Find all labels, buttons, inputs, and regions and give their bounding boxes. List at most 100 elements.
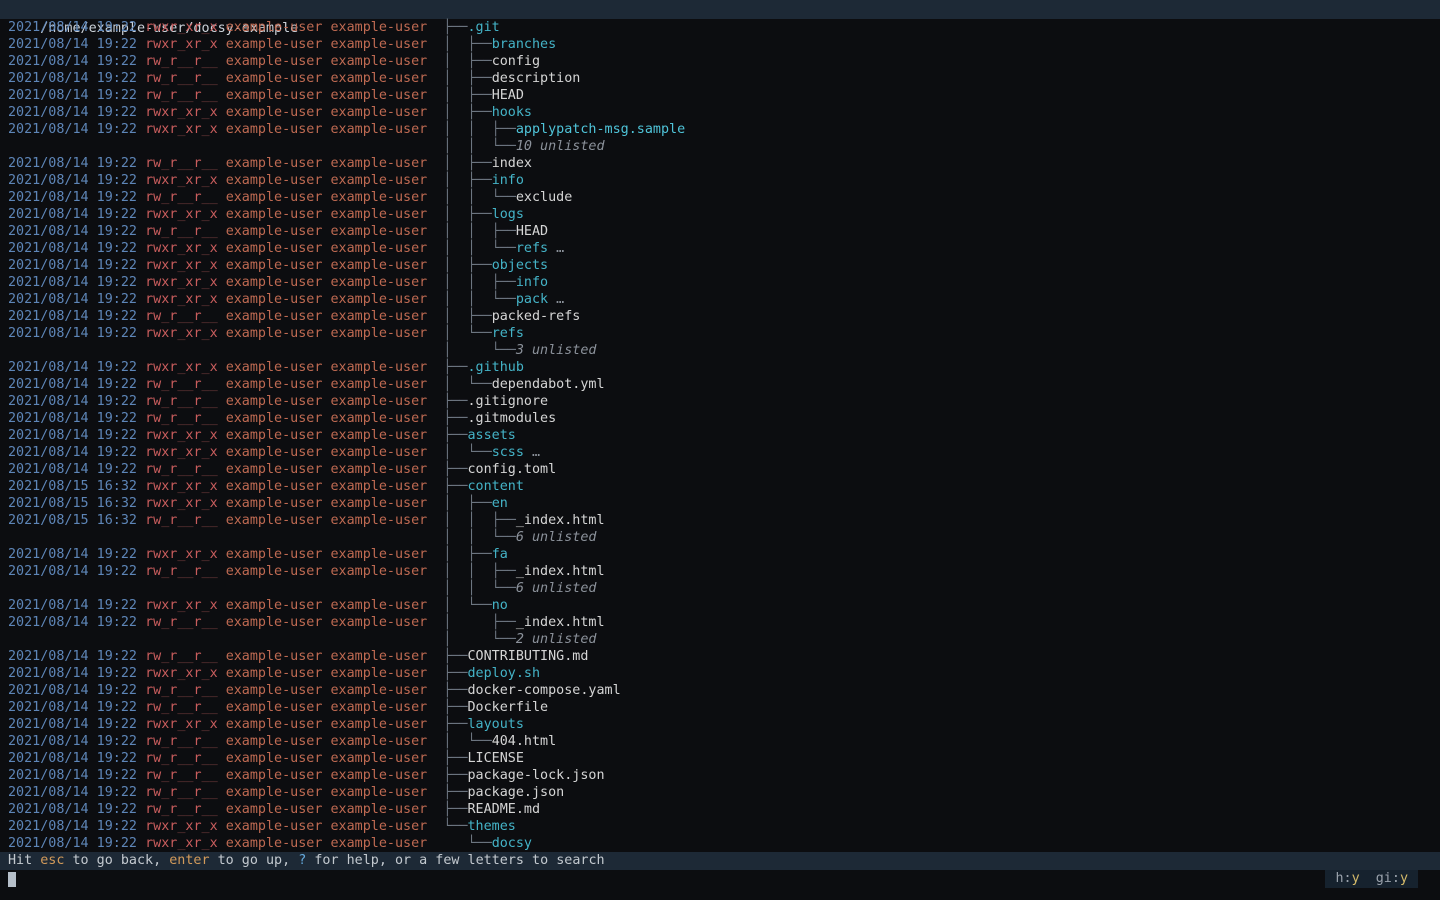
perm-char: r: [145, 71, 153, 86]
file-row[interactable]: 2021/08/14 19:22 rwxr_xr_x example-user …: [0, 597, 1440, 614]
file-name: index: [492, 156, 532, 171]
file-row[interactable]: │ └──3 unlisted: [0, 342, 1440, 359]
perm-char: r: [193, 156, 201, 171]
file-row[interactable]: 2021/08/14 19:22 rw_r__r__ example-user …: [0, 733, 1440, 750]
file-row[interactable]: 2021/08/15 16:32 rwxr_xr_x example-user …: [0, 495, 1440, 512]
file-row[interactable]: 2021/08/14 19:22 rw_r__r__ example-user …: [0, 461, 1440, 478]
perm-char: w: [153, 326, 161, 341]
perm-char: r: [193, 37, 201, 52]
perm-char: r: [193, 122, 201, 137]
row-owner-group: example-user example-user: [226, 71, 428, 86]
tree-branch-glyphs: │ └──: [443, 326, 491, 341]
file-row[interactable]: 2021/08/14 19:22 rwxr_xr_x example-user …: [0, 546, 1440, 563]
file-row[interactable]: 2021/08/14 19:22 rwxr_xr_x example-user …: [0, 835, 1440, 852]
row-datetime: 2021/08/14 19:22: [8, 377, 137, 392]
row-tree-entry: │ │ └──10 unlisted: [427, 138, 604, 155]
file-row[interactable]: 2021/08/14 19:22 rw_r__r__ example-user …: [0, 767, 1440, 784]
row-datetime: 2021/08/14 19:22: [8, 445, 137, 460]
file-row[interactable]: 2021/08/14 19:22 rwxr_xr_x example-user …: [0, 19, 1440, 36]
tree-branch-glyphs: │ └──: [443, 445, 491, 460]
perm-char: _: [210, 190, 218, 205]
file-row[interactable]: 2021/08/14 19:22 rw_r__r__ example-user …: [0, 801, 1440, 818]
file-row[interactable]: 2021/08/14 19:22 rwxr_xr_x example-user …: [0, 121, 1440, 138]
row-permissions: rwxr_xr_x: [145, 258, 218, 273]
command-input-row[interactable]: h:y gi:y: [0, 870, 1440, 888]
file-row[interactable]: 2021/08/14 19:22 rwxr_xr_x example-user …: [0, 427, 1440, 444]
perm-char: r: [145, 122, 153, 137]
perm-char: _: [202, 105, 210, 120]
row-tree-entry: ├──deploy.sh: [427, 665, 540, 682]
spacer: [137, 292, 145, 307]
file-row[interactable]: 2021/08/14 19:22 rwxr_xr_x example-user …: [0, 274, 1440, 291]
row-permissions: rw_r__r__: [145, 71, 218, 86]
file-row[interactable]: │ └──2 unlisted: [0, 631, 1440, 648]
file-row[interactable]: 2021/08/14 19:22 rwxr_xr_x example-user …: [0, 359, 1440, 376]
file-row[interactable]: 2021/08/15 16:32 rwxr_xr_x example-user …: [0, 478, 1440, 495]
perm-char: _: [202, 173, 210, 188]
file-row[interactable]: 2021/08/14 19:22 rwxr_xr_x example-user …: [0, 240, 1440, 257]
file-row[interactable]: 2021/08/14 19:22 rw_r__r__ example-user …: [0, 155, 1440, 172]
perm-char: _: [202, 785, 210, 800]
file-row[interactable]: 2021/08/14 19:22 rw_r__r__ example-user …: [0, 614, 1440, 631]
file-row[interactable]: │ │ └──10 unlisted: [0, 138, 1440, 155]
row-datetime: 2021/08/14 19:22: [8, 683, 137, 698]
file-row[interactable]: 2021/08/14 19:22 rwxr_xr_x example-user …: [0, 257, 1440, 274]
file-row[interactable]: 2021/08/14 19:22 rwxr_xr_x example-user …: [0, 172, 1440, 189]
file-row[interactable]: 2021/08/14 19:22 rw_r__r__ example-user …: [0, 223, 1440, 240]
perm-char: r: [193, 173, 201, 188]
file-row[interactable]: 2021/08/14 19:22 rw_r__r__ example-user …: [0, 53, 1440, 70]
file-row[interactable]: 2021/08/14 19:22 rw_r__r__ example-user …: [0, 648, 1440, 665]
file-row[interactable]: 2021/08/14 19:22 rwxr_xr_x example-user …: [0, 206, 1440, 223]
row-tree-entry: ├──.gitignore: [427, 393, 548, 410]
file-row[interactable]: 2021/08/14 19:22 rw_r__r__ example-user …: [0, 699, 1440, 716]
perm-char: r: [193, 292, 201, 307]
file-row[interactable]: 2021/08/14 19:22 rw_r__r__ example-user …: [0, 784, 1440, 801]
file-row[interactable]: │ │ └──6 unlisted: [0, 529, 1440, 546]
spacer: [218, 54, 226, 69]
perm-char: r: [193, 445, 201, 460]
file-row[interactable]: 2021/08/14 19:22 rw_r__r__ example-user …: [0, 563, 1440, 580]
spacer: [137, 751, 145, 766]
row-meta: 2021/08/14 19:22 rw_r__r__ example-user …: [8, 801, 427, 818]
file-row[interactable]: 2021/08/14 19:22 rwxr_xr_x example-user …: [0, 291, 1440, 308]
file-row[interactable]: 2021/08/14 19:22 rw_r__r__ example-user …: [0, 308, 1440, 325]
perm-char: w: [153, 615, 161, 630]
row-datetime: 2021/08/14 19:22: [8, 37, 137, 52]
file-row[interactable]: 2021/08/14 19:22 rwxr_xr_x example-user …: [0, 818, 1440, 835]
row-permissions: rw_r__r__: [145, 394, 218, 409]
file-row[interactable]: 2021/08/14 19:22 rwxr_xr_x example-user …: [0, 36, 1440, 53]
file-row[interactable]: 2021/08/14 19:22 rw_r__r__ example-user …: [0, 376, 1440, 393]
file-row[interactable]: 2021/08/14 19:22 rw_r__r__ example-user …: [0, 410, 1440, 427]
perm-char: r: [193, 666, 201, 681]
file-row[interactable]: 2021/08/14 19:22 rwxr_xr_x example-user …: [0, 325, 1440, 342]
file-row[interactable]: 2021/08/14 19:22 rw_r__r__ example-user …: [0, 70, 1440, 87]
perm-char: r: [145, 751, 153, 766]
file-row[interactable]: 2021/08/14 19:22 rwxr_xr_x example-user …: [0, 104, 1440, 121]
spacer: [218, 802, 226, 817]
file-row[interactable]: 2021/08/14 19:22 rw_r__r__ example-user …: [0, 682, 1440, 699]
file-row[interactable]: │ │ └──6 unlisted: [0, 580, 1440, 597]
file-row[interactable]: 2021/08/14 19:22 rw_r__r__ example-user …: [0, 393, 1440, 410]
status-hint-plain: to go up,: [210, 853, 299, 868]
file-row[interactable]: 2021/08/14 19:22 rwxr_xr_x example-user …: [0, 716, 1440, 733]
row-permissions: rwxr_xr_x: [145, 360, 218, 375]
file-row[interactable]: 2021/08/14 19:22 rw_r__r__ example-user …: [0, 750, 1440, 767]
perm-char: _: [210, 377, 218, 392]
perm-char: r: [145, 411, 153, 426]
tree-branch-glyphs: │ └──: [443, 734, 491, 749]
perm-char: r: [193, 309, 201, 324]
file-row[interactable]: 2021/08/15 16:32 rw_r__r__ example-user …: [0, 512, 1440, 529]
row-permissions: rwxr_xr_x: [145, 275, 218, 290]
file-row[interactable]: 2021/08/14 19:22 rwxr_xr_x example-user …: [0, 444, 1440, 461]
file-name: docker-compose.yaml: [468, 683, 621, 698]
file-row[interactable]: 2021/08/14 19:22 rw_r__r__ example-user …: [0, 87, 1440, 104]
flag-value: y: [1352, 871, 1360, 886]
tree-branch-glyphs: │ ├──: [443, 105, 491, 120]
spacer: [218, 411, 226, 426]
file-row[interactable]: 2021/08/14 19:22 rw_r__r__ example-user …: [0, 189, 1440, 206]
spacer: [218, 819, 226, 834]
perm-char: r: [145, 258, 153, 273]
row-meta: 2021/08/14 19:22 rw_r__r__ example-user …: [8, 393, 427, 410]
file-row[interactable]: 2021/08/14 19:22 rwxr_xr_x example-user …: [0, 665, 1440, 682]
perm-char: w: [153, 394, 161, 409]
